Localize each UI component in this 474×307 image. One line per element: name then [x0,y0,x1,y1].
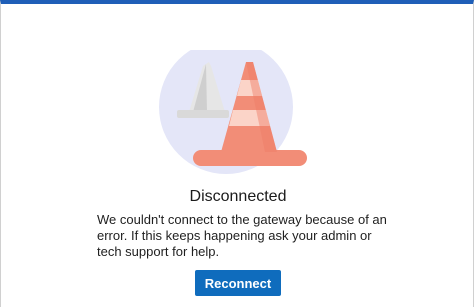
reconnect-button[interactable]: Reconnect [195,270,281,296]
dialog-panel: Disconnected We couldn't connect to the … [0,0,474,307]
traffic-cone-icon [159,50,307,174]
page-title: Disconnected [189,188,287,205]
error-message: We couldn't connect to the gateway becau… [97,212,387,259]
